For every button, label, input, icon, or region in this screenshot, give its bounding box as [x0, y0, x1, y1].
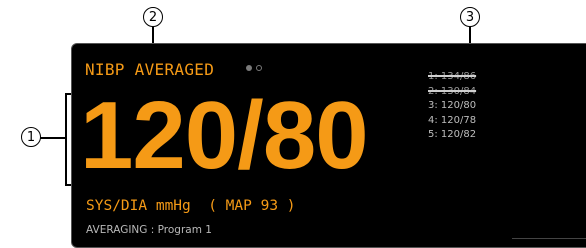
history-item: 5: 120/82 — [428, 129, 477, 140]
divider — [512, 238, 586, 239]
history-item: 1: 134/86 — [428, 71, 477, 82]
callout-1: 1 — [21, 127, 41, 147]
history-item: 4: 120/78 — [428, 114, 477, 126]
panel-title: NIBP AVERAGED — [85, 60, 215, 79]
bracket-vertical — [65, 93, 67, 185]
page-indicator — [246, 65, 262, 71]
page-dot-active — [246, 65, 252, 71]
bp-units-map: SYS/DIA mmHg ( MAP 93 ) — [86, 198, 296, 214]
averaging-program: AVERAGING : Program 1 — [86, 224, 212, 236]
history-item: 3: 120/80 — [428, 100, 477, 111]
callout-3: 3 — [460, 7, 480, 27]
nibp-panel[interactable]: NIBP AVERAGED 120/80 SYS/DIA mmHg ( MAP … — [71, 43, 586, 248]
history-item: 2: 130/84 — [428, 85, 477, 97]
callout-2: 2 — [143, 7, 163, 27]
page-dot-inactive — [256, 65, 262, 71]
bp-value: 120/80 — [80, 82, 369, 189]
callout-1-leader — [40, 137, 66, 139]
measurement-history: 1: 134/86 2: 130/84 3: 120/80 4: 120/78 5: 1… — [428, 70, 476, 143]
